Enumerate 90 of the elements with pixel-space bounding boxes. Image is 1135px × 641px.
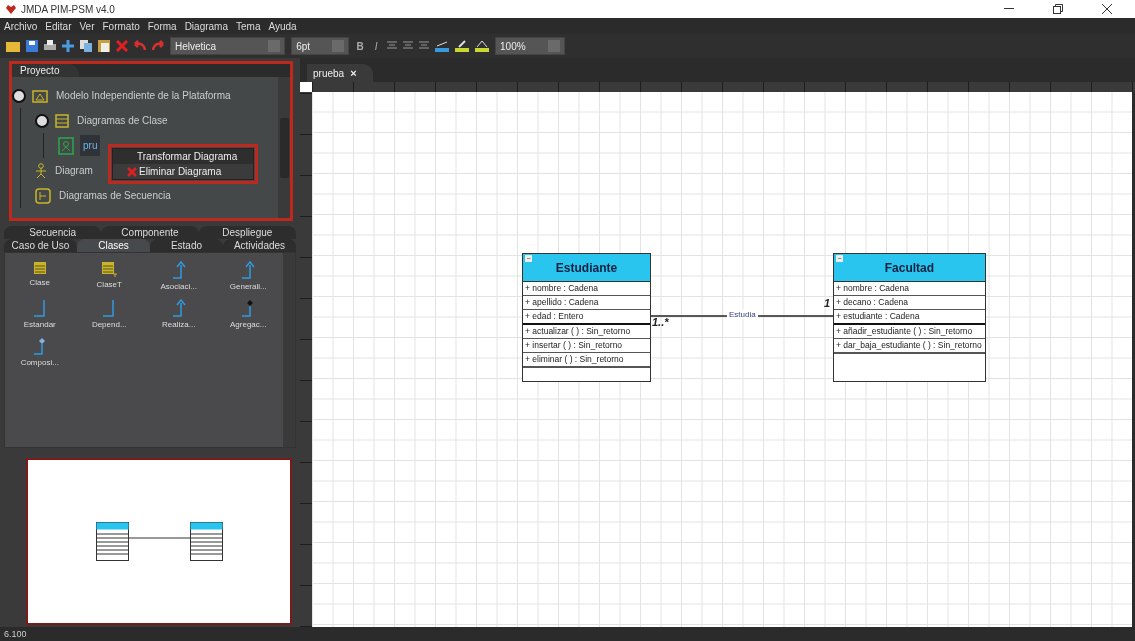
palette-item[interactable]: Generali... — [213, 261, 283, 299]
menu-item[interactable]: Transformar Diagrama — [113, 149, 253, 164]
tree-item[interactable]: Diagram — [53, 162, 95, 179]
class-method: + añadir_estudiante ( ) : Sin_retorno — [834, 325, 985, 339]
menu-item[interactable]: Forma — [147, 20, 177, 32]
palette-item[interactable]: Agregac... — [213, 299, 283, 337]
line-color-icon[interactable] — [435, 40, 450, 52]
undo-icon[interactable] — [134, 40, 146, 52]
aggregation-icon — [241, 299, 256, 317]
sequence-icon — [35, 187, 51, 204]
folder-icon — [32, 88, 48, 103]
app-logo-icon — [6, 4, 16, 14]
class-icon — [32, 261, 47, 275]
italic-button[interactable]: I — [371, 40, 382, 52]
tree-item[interactable]: Diagramas de Clase — [75, 112, 170, 129]
association-label: Estudia — [727, 310, 758, 319]
collapse-toggle[interactable] — [12, 88, 26, 103]
delete-icon[interactable] — [116, 40, 128, 52]
palette-item[interactable]: Estandar — [5, 299, 75, 337]
save-icon[interactable] — [26, 40, 38, 52]
collapse-toggle[interactable] — [35, 113, 49, 128]
class-attribute: + nombre : Cadena — [523, 282, 650, 296]
print-icon[interactable] — [44, 40, 56, 52]
restore-icon[interactable] — [1053, 4, 1063, 14]
close-icon[interactable] — [1102, 4, 1112, 14]
palette-tab[interactable]: Clases — [77, 239, 150, 252]
menu-item[interactable]: Ver — [79, 20, 95, 32]
delete-icon — [127, 166, 137, 177]
palette-tab[interactable]: Despliegue — [198, 226, 296, 239]
tree-item[interactable]: Modelo Independiente de la Plataforma — [54, 87, 233, 104]
composition-icon — [32, 337, 47, 355]
zoom-dropdown[interactable]: 100% — [495, 37, 565, 55]
minimize-icon[interactable] — [1004, 8, 1014, 10]
palette-item[interactable]: Clase — [5, 261, 75, 299]
window-title: JMDA PIM-PSM v4.0 — [21, 3, 115, 15]
palette-tab[interactable]: Actividades — [223, 239, 296, 252]
font-color-icon[interactable] — [475, 40, 490, 52]
palette-item[interactable]: Realiza... — [144, 299, 214, 337]
actor-icon — [35, 162, 47, 179]
close-tab-button[interactable]: × — [350, 67, 357, 79]
multiplicity: 1 — [824, 297, 831, 309]
redo-icon[interactable] — [152, 40, 164, 52]
class-attribute: + edad : Entero — [523, 310, 650, 325]
palette-tab[interactable]: Componente — [101, 226, 199, 239]
palette-tab[interactable]: Secuencia — [4, 226, 102, 239]
menu-item[interactable]: Formato — [102, 20, 140, 32]
arrow-icon — [171, 299, 186, 317]
palette-item[interactable]: Depend... — [74, 299, 144, 337]
connector-icon — [32, 299, 47, 317]
palette-item[interactable]: ClaseT — [74, 261, 144, 299]
fill-color-icon[interactable] — [455, 40, 470, 52]
palette-tab[interactable]: Caso de Uso — [4, 239, 77, 252]
tree-item[interactable]: pru — [80, 135, 101, 156]
size-dropdown[interactable]: 6pt — [291, 37, 350, 55]
menu-item[interactable]: Tema — [236, 20, 261, 32]
class-icon — [101, 261, 118, 277]
bold-button[interactable]: B — [355, 40, 366, 52]
folder-icon[interactable] — [6, 40, 20, 52]
class-icon — [55, 113, 69, 128]
scrollbar[interactable] — [278, 77, 290, 218]
arrow-icon — [171, 261, 186, 279]
palette-item[interactable]: Composi... — [5, 337, 75, 375]
multiplicity: 1..* — [652, 316, 669, 328]
arrow-icon — [241, 261, 256, 279]
scrollbar[interactable] — [283, 253, 295, 447]
class-attribute: + apellido : Cadena — [523, 296, 650, 310]
class-name: Estudiante — [555, 260, 618, 275]
tree-item[interactable]: Diagramas de Secuencia — [57, 187, 173, 204]
menu-item[interactable]: Ayuda — [268, 20, 297, 32]
class-method: + dar_baja_estudiante ( ) : Sin_retorno — [834, 339, 985, 353]
font-dropdown[interactable]: Helvetica — [170, 37, 286, 55]
editor-tab[interactable]: prueba × — [307, 64, 373, 82]
diagram-icon — [58, 136, 74, 155]
connector-icon — [102, 299, 117, 317]
menu-item[interactable]: Diagrama — [184, 20, 228, 32]
class-attribute: + decano : Cadena — [834, 296, 985, 310]
class-method: + actualizar ( ) : Sin_retorno — [523, 325, 650, 339]
class-attribute: + nombre : Cadena — [834, 282, 985, 296]
menu-item[interactable]: Archivo — [4, 20, 38, 32]
palette-item[interactable]: Asociaci... — [144, 261, 214, 299]
menu-item[interactable]: Editar — [45, 20, 72, 32]
class-name: Facultad — [884, 260, 935, 275]
ruler-corner — [300, 82, 312, 92]
palette-tab[interactable]: Estado — [150, 239, 223, 252]
class-attribute: + estudiante : Cadena — [834, 310, 985, 325]
panel-tab[interactable]: Proyecto — [12, 64, 80, 77]
plus-icon[interactable] — [62, 40, 74, 52]
copy-icon[interactable] — [80, 40, 92, 52]
class-method: + eliminar ( ) : Sin_retorno — [523, 353, 650, 367]
class-method: + insertar ( ) : Sin_retorno — [523, 339, 650, 353]
